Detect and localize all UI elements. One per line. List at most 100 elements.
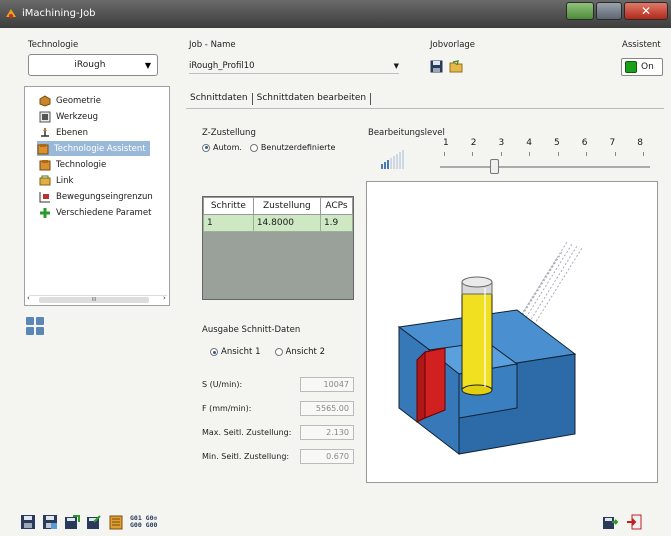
tree-item-technologie-assistent[interactable]: Technologie Assistent bbox=[37, 141, 150, 156]
column-header[interactable]: Schritte bbox=[203, 197, 254, 215]
s-field[interactable]: 10047 bbox=[300, 377, 354, 392]
jobvorlage-label: Jobvorlage bbox=[430, 40, 476, 50]
imachining-job-window: iMachining-Job ✕ Technologie iRough ▼ Jo… bbox=[0, 0, 671, 536]
window-title: iMachining-Job bbox=[22, 8, 96, 19]
layout-grid-icon[interactable] bbox=[26, 317, 44, 335]
job-name-value: iRough_Profil10 bbox=[189, 60, 255, 71]
save-icon[interactable] bbox=[20, 514, 36, 530]
on-indicator-icon bbox=[625, 61, 637, 73]
tab-bar: Schnittdaten Schnittdaten bearbeiten bbox=[186, 93, 372, 105]
technology-icon bbox=[39, 159, 51, 170]
gcode-icon[interactable]: G01 G0⚙ G00 G00 bbox=[130, 515, 157, 529]
radio-autom[interactable]: Autom. bbox=[202, 143, 242, 152]
radio-dot bbox=[202, 143, 210, 152]
level-number: 7 bbox=[609, 138, 616, 148]
s-field-label: S (U/min): bbox=[202, 380, 243, 389]
level-number: 2 bbox=[470, 138, 477, 148]
tree-horizontal-scrollbar[interactable]: ‹ III › bbox=[27, 294, 167, 303]
tree-item-label: Geometrie bbox=[56, 95, 101, 106]
radio-label: Autom. bbox=[213, 143, 242, 152]
z-zustellung-label: Z-Zustellung bbox=[202, 128, 256, 138]
assistent-toggle[interactable]: On bbox=[621, 58, 663, 76]
tree-item-technologie[interactable]: Technologie bbox=[39, 157, 106, 172]
machining-preview-illustration bbox=[397, 241, 583, 456]
job-name-select[interactable]: iRough_Profil10 ▼ bbox=[189, 58, 399, 74]
min-zustellung-field[interactable]: 0.670 bbox=[300, 449, 354, 464]
navigation-tree: Geometrie Werkzeug Ebenen Technologie As… bbox=[24, 86, 170, 306]
radio-benutzerdefinierte[interactable]: Benutzerdefinierte bbox=[249, 143, 335, 152]
bottom-toolbar: G01 G0⚙ G00 G00 bbox=[20, 514, 157, 530]
chevron-down-icon: ▼ bbox=[144, 60, 151, 70]
job-name-label: Job - Name bbox=[189, 40, 236, 50]
tree-item-geometrie[interactable]: Geometrie bbox=[39, 93, 101, 108]
level-slider-track[interactable] bbox=[440, 166, 650, 168]
maximize-button[interactable] bbox=[596, 2, 622, 20]
level-number: 1 bbox=[443, 138, 449, 148]
open-template-icon[interactable] bbox=[449, 60, 464, 73]
radio-ansicht-2[interactable]: Ansicht 2 bbox=[274, 347, 325, 357]
table-row[interactable]: 1 14.8000 1.9 bbox=[203, 214, 354, 232]
tab-schnittdaten-bearbeiten[interactable]: Schnittdaten bearbeiten bbox=[253, 93, 372, 105]
save-and-exit-icon[interactable] bbox=[602, 514, 618, 530]
bearbeitungslevel-label: Bearbeitungslevel bbox=[368, 128, 445, 138]
radio-dot bbox=[210, 348, 218, 356]
preview-viewport[interactable] bbox=[366, 181, 658, 483]
level-ticks bbox=[444, 152, 644, 156]
save-template-icon[interactable] bbox=[430, 60, 443, 73]
radio-ansicht-1[interactable]: Ansicht 1 bbox=[210, 347, 261, 357]
scroll-right-icon[interactable]: › bbox=[163, 294, 166, 302]
tab-schnittdaten[interactable]: Schnittdaten bbox=[186, 93, 253, 105]
tree-item-label: Werkzeug bbox=[56, 111, 99, 122]
min-zustellung-label: Min. Seitl. Zustellung: bbox=[202, 452, 290, 461]
max-zustellung-field[interactable]: 2.130 bbox=[300, 425, 354, 440]
assistent-toggle-text: On bbox=[641, 62, 654, 72]
tree-item-link[interactable]: Link bbox=[39, 173, 73, 188]
title-bar: iMachining-Job ✕ bbox=[0, 0, 671, 28]
tree-item-verschiedene-parameter[interactable]: Verschiedene Paramet bbox=[39, 205, 151, 220]
minimize-button[interactable] bbox=[566, 2, 594, 20]
column-header[interactable]: ACPs bbox=[319, 197, 354, 215]
tech-assistant-icon bbox=[37, 143, 49, 154]
close-button[interactable]: ✕ bbox=[624, 2, 668, 20]
tree-item-label: Link bbox=[56, 175, 74, 186]
scrollbar-thumb[interactable]: III bbox=[39, 297, 149, 303]
table-cell: 1.9 bbox=[319, 214, 354, 232]
level-numbers: 1 2 3 4 5 6 7 8 bbox=[443, 138, 643, 148]
technologie-select[interactable]: iRough ▼ bbox=[28, 54, 158, 76]
column-header[interactable]: Zustellung bbox=[252, 197, 321, 215]
level-number: 8 bbox=[637, 138, 643, 148]
level-slider-thumb[interactable] bbox=[490, 159, 499, 174]
ausgabe-radio-group: Ansicht 1 Ansicht 2 bbox=[210, 347, 325, 357]
ausgabe-label: Ausgabe Schnitt-Daten bbox=[202, 325, 301, 335]
f-field[interactable]: 5565.00 bbox=[300, 401, 354, 416]
calculate-icon[interactable] bbox=[86, 514, 102, 530]
planes-icon bbox=[41, 127, 49, 137]
level-number: 6 bbox=[581, 138, 588, 148]
tree-item-ebenen[interactable]: Ebenen bbox=[39, 125, 88, 140]
table-cell: 14.8000 bbox=[252, 214, 321, 232]
tree-item-label: Verschiedene Paramet bbox=[56, 207, 152, 218]
assistent-label: Assistent bbox=[622, 40, 661, 50]
level-bars-icon bbox=[381, 150, 404, 169]
motion-limit-icon bbox=[39, 191, 50, 202]
table-header-row: Schritte Zustellung ACPs bbox=[203, 197, 354, 215]
link-icon bbox=[39, 175, 51, 185]
scroll-left-icon[interactable]: ‹ bbox=[27, 294, 30, 302]
z-zustellung-radio-group: Autom. Benutzerdefinierte bbox=[202, 143, 335, 152]
app-icon bbox=[6, 9, 16, 18]
level-number: 5 bbox=[554, 138, 560, 148]
save-as-icon[interactable] bbox=[42, 514, 58, 530]
gcode-text: G00 bbox=[145, 521, 158, 529]
chevron-down-icon: ▼ bbox=[393, 61, 399, 70]
table-cell: 1 bbox=[203, 214, 254, 232]
save-and-calculate-icon[interactable] bbox=[64, 514, 80, 530]
radio-label: Ansicht 1 bbox=[221, 347, 261, 357]
tree-item-werkzeug[interactable]: Werkzeug bbox=[39, 109, 98, 124]
exit-icon[interactable] bbox=[626, 514, 642, 530]
misc-params-icon bbox=[40, 207, 50, 218]
tree-item-bewegungseingrenzung[interactable]: Bewegungseingrenzun bbox=[39, 189, 153, 204]
radio-dot bbox=[249, 143, 258, 152]
tree-item-label: Technologie bbox=[56, 159, 107, 170]
simulate-icon[interactable] bbox=[108, 514, 124, 530]
level-number: 3 bbox=[498, 138, 505, 148]
